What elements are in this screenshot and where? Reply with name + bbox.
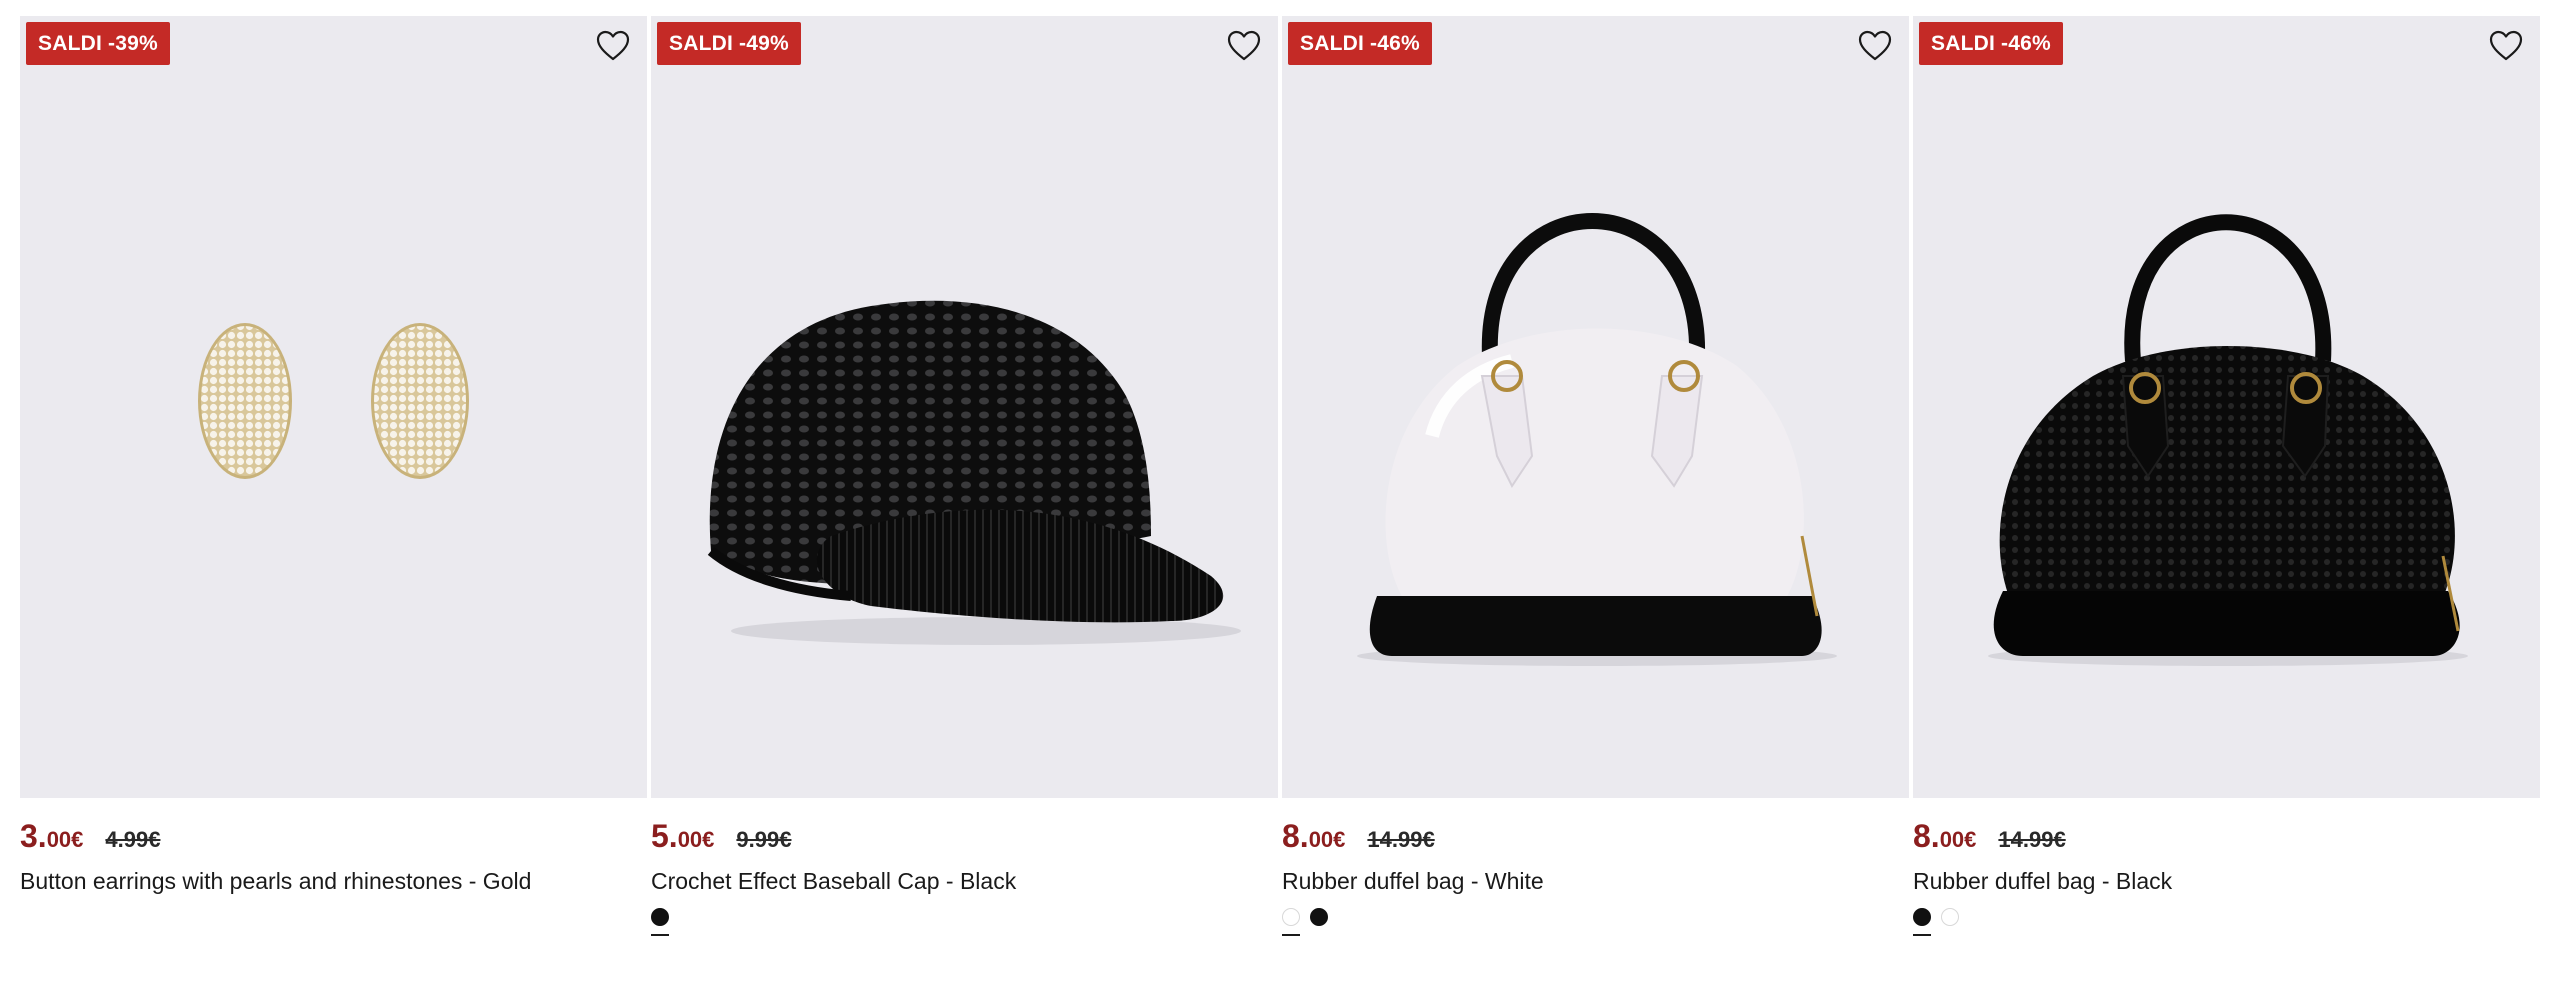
sale-price-decimal: 00€ xyxy=(1939,827,1977,852)
product-image[interactable]: SALDI -46% xyxy=(1913,16,2540,798)
black-duffel-bag-image xyxy=(1988,214,2468,666)
earrings-image xyxy=(198,323,469,479)
wishlist-button[interactable] xyxy=(2486,26,2526,66)
product-title[interactable]: Crochet Effect Baseball Cap - Black xyxy=(651,866,1278,896)
sale-price-integer: 8. xyxy=(1282,818,1309,854)
discount-badge: SALDI -46% xyxy=(1919,22,2063,65)
product-image[interactable]: SALDI -49% xyxy=(651,16,1278,798)
original-price: 14.99€ xyxy=(1998,827,2066,852)
color-swatch-black[interactable] xyxy=(651,908,669,936)
wishlist-button[interactable] xyxy=(1224,26,1264,66)
white-duffel-bag-image xyxy=(1357,213,1837,666)
product-image[interactable]: SALDI -46% xyxy=(1282,16,1909,798)
color-swatch-white[interactable] xyxy=(1941,908,1959,926)
wishlist-button[interactable] xyxy=(1855,26,1895,66)
wishlist-button[interactable] xyxy=(593,26,633,66)
sale-price-decimal: 00€ xyxy=(46,827,84,852)
original-price: 14.99€ xyxy=(1367,827,1435,852)
product-card[interactable]: SALDI -46% 8. 00€ 14.99€ Rubber duffel b… xyxy=(1282,16,1909,966)
sale-price-integer: 3. xyxy=(20,818,47,854)
color-swatch-black[interactable] xyxy=(1913,908,1931,936)
product-title[interactable]: Rubber duffel bag - White xyxy=(1282,866,1909,896)
sale-price-decimal: 00€ xyxy=(677,827,715,852)
original-price: 9.99€ xyxy=(736,827,792,852)
color-swatch-black[interactable] xyxy=(1310,908,1328,926)
heart-outline-icon xyxy=(1858,30,1892,61)
heart-outline-icon xyxy=(2489,30,2523,61)
product-title[interactable]: Rubber duffel bag - Black xyxy=(1913,866,2540,896)
product-title[interactable]: Button earrings with pearls and rhinesto… xyxy=(20,866,647,896)
product-image[interactable]: SALDI -39% xyxy=(20,16,647,798)
original-price: 4.99€ xyxy=(105,827,161,852)
heart-outline-icon xyxy=(1227,30,1261,61)
price-row: 5. 00€ 9.99€ xyxy=(651,818,1278,858)
discount-badge: SALDI -49% xyxy=(657,22,801,65)
color-swatch-white[interactable] xyxy=(1282,908,1300,936)
discount-badge: SALDI -46% xyxy=(1288,22,1432,65)
sale-price-integer: 5. xyxy=(651,818,678,854)
discount-badge: SALDI -39% xyxy=(26,22,170,65)
price-row: 3. 00€ 4.99€ xyxy=(20,818,647,858)
color-swatches xyxy=(1913,908,2540,938)
product-card[interactable]: SALDI -46% 8. 00€ 14.99€ Rubber duffel b… xyxy=(1913,16,2540,966)
heart-outline-icon xyxy=(596,30,630,61)
sale-price-decimal: 00€ xyxy=(1308,827,1346,852)
color-swatches xyxy=(1282,908,1909,938)
price-row: 8. 00€ 14.99€ xyxy=(1282,818,1909,858)
price-row: 8. 00€ 14.99€ xyxy=(1913,818,2540,858)
product-grid: SALDI -39% 3. 00€ 4.99€ Button earrings … xyxy=(20,16,2540,966)
product-card[interactable]: SALDI -39% 3. 00€ 4.99€ Button earrings … xyxy=(20,16,647,966)
product-card[interactable]: SALDI -49% 5. 00€ 9.99€ Crochet Effect B… xyxy=(651,16,1278,966)
sale-price-integer: 8. xyxy=(1913,818,1940,854)
color-swatches xyxy=(651,908,1278,938)
baseball-cap-image xyxy=(707,300,1241,645)
